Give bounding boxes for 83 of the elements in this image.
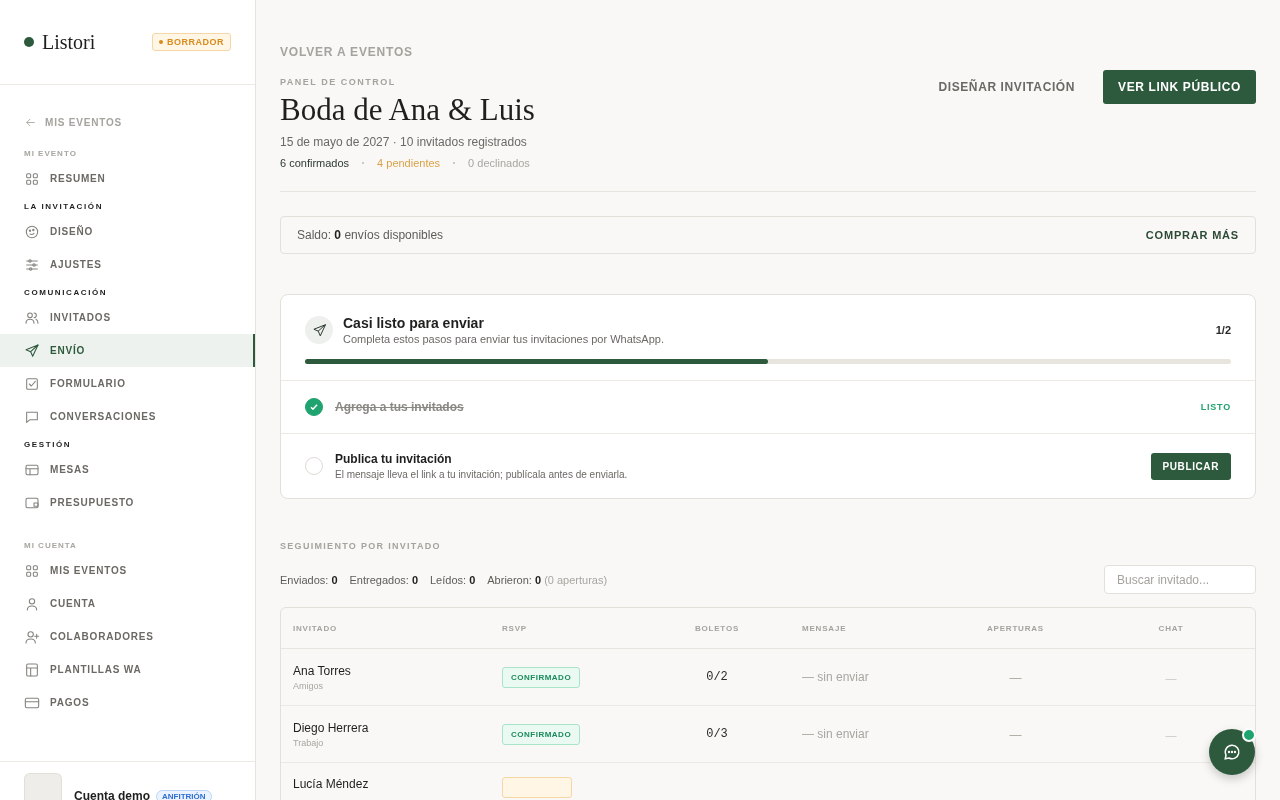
palette-icon xyxy=(24,223,40,240)
checkbox-icon xyxy=(24,375,40,392)
logo-dot xyxy=(24,37,34,47)
chat-cell: — xyxy=(1165,672,1177,685)
sidebar-item[interactable]: PRESUPUESTO xyxy=(0,486,255,519)
rsvp-count: 4 pendientes xyxy=(377,157,441,170)
opens-cell: — xyxy=(1009,728,1022,743)
arrow-left-icon xyxy=(24,116,37,129)
column-header: INVITADO xyxy=(293,623,339,633)
message-status: — sin enviar xyxy=(801,727,870,742)
role-badge: ANFITRIÓN xyxy=(156,790,212,800)
grid-icon xyxy=(24,562,40,579)
section-title: SEGUIMIENTO POR INVITADO xyxy=(280,541,442,552)
search-field[interactable]: Buscar invitado... xyxy=(1104,565,1256,595)
sidebar-item[interactable]: INVITADOS xyxy=(0,301,255,334)
rsvp-badge: CONFIRMADO xyxy=(502,724,581,746)
section-heading: MI EVENTO xyxy=(23,149,78,158)
event-meta: 15 de mayo de 2027 · 10 invitados registrados xyxy=(280,135,528,150)
step-status: LISTO xyxy=(1200,402,1231,413)
guest-group: Amigos xyxy=(293,680,502,691)
chat-cell: — xyxy=(1165,729,1177,742)
sidebar-item[interactable]: CONVERSACIONES xyxy=(0,400,255,433)
sidebar-item[interactable]: MIS EVENTOS xyxy=(0,554,255,587)
tickets-cell-text: 0/2 xyxy=(705,670,729,685)
sidebar-item[interactable]: PLANTILLAS WA xyxy=(0,653,255,686)
rsvp-count: 6 confirmados xyxy=(280,157,350,170)
event-title: Boda de Ana & Luis xyxy=(280,93,535,128)
section-heading: COMUNICACIÓN xyxy=(23,288,109,297)
user-icon xyxy=(24,595,40,612)
status-badge: BORRADOR xyxy=(152,33,231,51)
guest-name: Ana Torres xyxy=(293,663,352,678)
layout-icon xyxy=(24,661,40,678)
sidebar-item[interactable]: CUENTA xyxy=(0,587,255,620)
check-icon xyxy=(309,402,319,413)
sidebar-item[interactable]: DISEÑO xyxy=(0,215,255,248)
rsvp-count: 0 declinados xyxy=(468,157,530,170)
publish-button[interactable]: PUBLICAR xyxy=(1150,452,1231,480)
step-title: Publica tu invitación xyxy=(335,452,453,467)
rsvp-badge: CONFIRMADO xyxy=(502,667,581,689)
tickets-cell-text: 0/3 xyxy=(705,727,729,742)
guest-group: Trabajo xyxy=(293,737,502,748)
column-header: APERTURAS xyxy=(986,623,1045,633)
sliders-icon xyxy=(24,256,40,273)
tracking-stat: Enviados: 0 xyxy=(280,573,338,586)
tracking-stat: Leídos: 0 xyxy=(430,573,476,586)
progress-count: 1/2 xyxy=(1215,324,1231,337)
grid-icon xyxy=(24,170,40,187)
sidebar-item[interactable]: ENVÍO xyxy=(0,334,255,367)
sidebar-item[interactable]: AJUSTES xyxy=(0,248,255,281)
brand-name: Listori xyxy=(42,30,96,54)
account-name: Cuenta demo xyxy=(74,789,150,800)
design-button[interactable]: DISEÑAR INVITACIÓN xyxy=(932,79,1082,95)
step-description: El mensaje lleva el link a tu invitación; publícala antes de enviarla. xyxy=(335,469,629,481)
checklist-subtitle: Completa estos pasos para enviar tus invitaciones por WhatsApp. xyxy=(343,333,665,346)
send-icon xyxy=(311,322,327,338)
user-plus-icon xyxy=(24,628,40,645)
sidebar-item[interactable]: RESUMEN xyxy=(0,162,255,195)
section-heading: LA INVITACIÓN xyxy=(23,202,105,211)
eyebrow-label: PANEL DE CONTROL xyxy=(280,77,397,87)
column-header: RSVP xyxy=(502,623,528,633)
section-heading: MI CUENTA xyxy=(23,541,78,550)
guest-name: Diego Herrera xyxy=(293,720,370,735)
column-header: MENSAJE xyxy=(801,623,848,633)
tracking-stat: Entregados: 0 xyxy=(349,573,418,586)
step-title: Agrega a tus invitados xyxy=(335,400,465,415)
opens-cell: — xyxy=(1009,671,1022,686)
send-icon xyxy=(24,342,40,359)
public-link-button[interactable]: VER LINK PÚBLICO xyxy=(1103,70,1256,104)
guest-name: Lucía Méndez xyxy=(293,777,370,792)
balance-text: Saldo: 0 envíos disponibles xyxy=(297,228,444,243)
column-header: CHAT xyxy=(1157,623,1185,633)
sidebar-item[interactable]: MESAS xyxy=(0,453,255,486)
message-status: — sin enviar xyxy=(801,670,870,685)
sidebar-item[interactable]: PAGOS xyxy=(0,686,255,719)
checklist-title: Casi listo para enviar xyxy=(343,315,485,332)
sidebar-item[interactable]: FORMULARIO xyxy=(0,367,255,400)
chat-icon xyxy=(1223,743,1241,761)
tracking-stat: Abrieron: 0 (0 aperturas) xyxy=(487,573,608,586)
section-heading: GESTIÓN xyxy=(23,440,73,449)
column-header: BOLETOS xyxy=(693,623,741,633)
buy-more-link[interactable]: COMPRAR MÁS xyxy=(1145,229,1239,242)
sidebar-item[interactable]: COLABORADORES xyxy=(0,620,255,653)
users-icon xyxy=(24,309,40,326)
